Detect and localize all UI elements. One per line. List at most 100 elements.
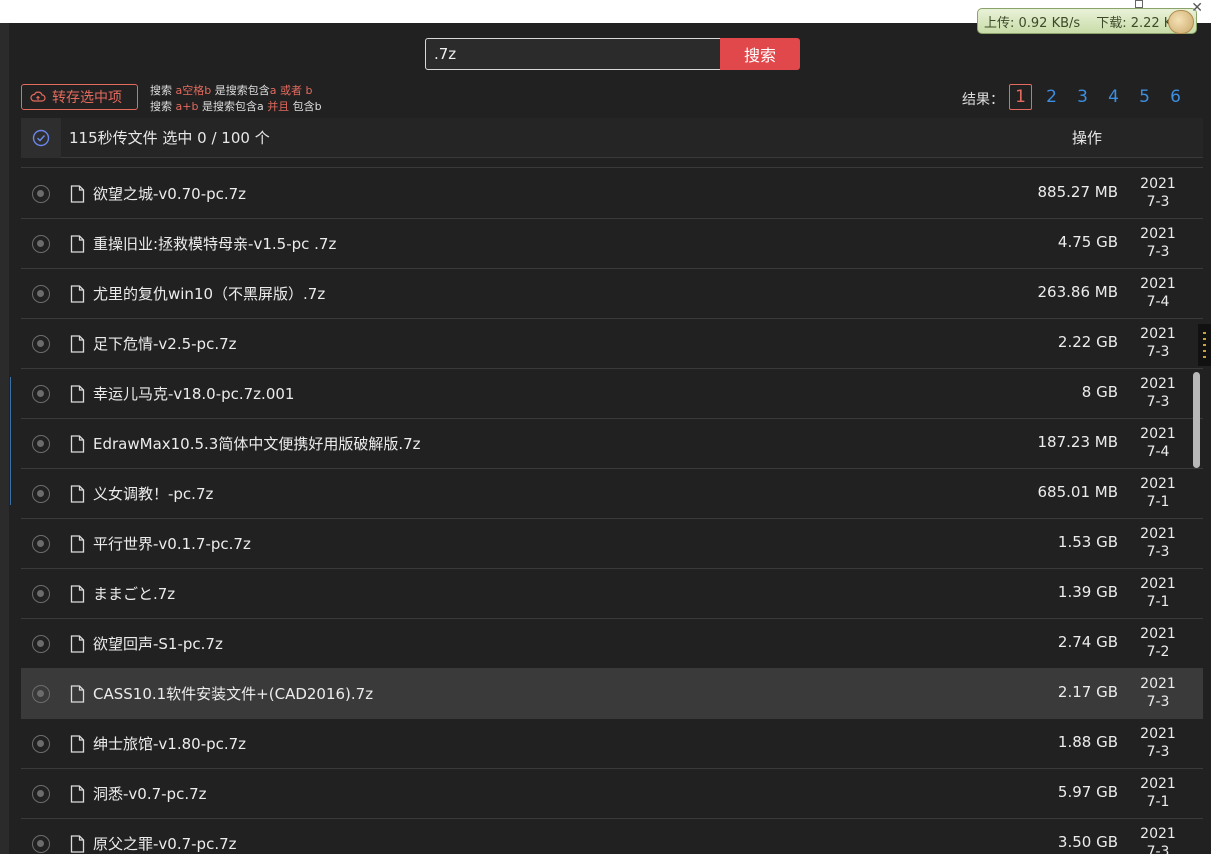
scrollbar-thumb[interactable]: [1193, 372, 1200, 468]
file-date: 2021 7-3: [1137, 175, 1179, 211]
file-icon: [70, 685, 85, 703]
row-select-radio[interactable]: [32, 685, 50, 703]
row-select-radio[interactable]: [32, 535, 50, 553]
table-row[interactable]: 尤里的复仇win10（不黑屏版）.7z 263.86 MB 2021 7-4: [21, 269, 1203, 319]
row-select-radio[interactable]: [32, 785, 50, 803]
table-row[interactable]: 原父之罪-v0.7-pc.7z 3.50 GB 2021 7-3: [21, 819, 1203, 854]
file-date-year: 2021: [1140, 326, 1176, 342]
row-select-radio[interactable]: [32, 385, 50, 403]
row-select-radio[interactable]: [32, 485, 50, 503]
file-date: 2021 7-2: [1137, 625, 1179, 661]
side-indicator: [1198, 324, 1211, 366]
page-link[interactable]: 2: [1040, 84, 1063, 110]
file-date: 2021 7-4: [1137, 275, 1179, 311]
file-date: 2021 7-3: [1137, 525, 1179, 561]
file-name[interactable]: 洞悉-v0.7-pc.7z: [93, 783, 207, 804]
row-select-radio[interactable]: [32, 235, 50, 253]
file-icon: [70, 535, 85, 553]
hint-text: 搜索: [150, 84, 176, 97]
file-date: 2021 7-1: [1137, 575, 1179, 611]
search-button[interactable]: 搜索: [720, 38, 800, 70]
page-link[interactable]: 4: [1102, 84, 1125, 110]
file-name[interactable]: 绅士旅馆-v1.80-pc.7z: [93, 733, 246, 754]
file-size: 2.22 GB: [1057, 333, 1118, 351]
search-hint-or: 搜索 a空格b 是搜索包含a 或者 b: [150, 82, 312, 98]
table-row[interactable]: 欲望回声-S1-pc.7z 2.74 GB 2021 7-2: [21, 619, 1203, 669]
row-select-radio[interactable]: [32, 735, 50, 753]
file-name[interactable]: 原父之罪-v0.7-pc.7z: [93, 833, 237, 854]
page-link[interactable]: 6: [1164, 84, 1187, 110]
table-row[interactable]: 义女调教！-pc.7z 685.01 MB 2021 7-1: [21, 469, 1203, 519]
page-link[interactable]: 3: [1071, 84, 1094, 110]
search-input[interactable]: [425, 38, 721, 70]
file-date-day: 7-3: [1146, 194, 1170, 210]
file-icon: [70, 235, 85, 253]
table-row[interactable]: 欲望之城-v0.70-pc.7z 885.27 MB 2021 7-3: [21, 169, 1203, 219]
hint-highlight: 并且: [267, 100, 290, 113]
select-all-checkbox[interactable]: [21, 117, 61, 158]
file-date: 2021 7-3: [1137, 825, 1179, 854]
file-date-day: 7-1: [1146, 494, 1170, 510]
hint-text: 包含b: [289, 100, 322, 113]
file-size: 8 GB: [1081, 383, 1118, 401]
file-name[interactable]: 重操旧业:拯救模特母亲-v1.5-pc .7z: [93, 233, 336, 254]
row-select-radio[interactable]: [32, 185, 50, 203]
table-row[interactable]: 重操旧业:拯救模特母亲-v1.5-pc .7z 4.75 GB 2021 7-3: [21, 219, 1203, 269]
file-name[interactable]: 欲望之城-v0.70-pc.7z: [93, 183, 246, 204]
file-size: 187.23 MB: [1037, 433, 1119, 451]
table-row[interactable]: CASS10.1软件安装文件+(CAD2016).7z 2.17 GB 2021 7-…: [21, 669, 1203, 719]
row-select-radio[interactable]: [32, 635, 50, 653]
page-link[interactable]: 1: [1009, 84, 1032, 110]
file-icon: [70, 385, 85, 403]
file-date-day: 7-3: [1146, 394, 1170, 410]
file-name[interactable]: 欲望回声-S1-pc.7z: [93, 633, 223, 654]
table-row[interactable]: 平行世界-v0.1.7-pc.7z 1.53 GB 2021 7-3: [21, 519, 1203, 569]
row-select-radio[interactable]: [32, 585, 50, 603]
hint-text: 是搜索包含: [211, 84, 270, 97]
file-name[interactable]: ままごと.7z: [93, 583, 175, 604]
hint-highlight: a 或者 b: [269, 84, 313, 97]
file-icon: [70, 285, 85, 303]
table-row[interactable]: 绅士旅馆-v1.80-pc.7z 1.88 GB 2021 7-3: [21, 719, 1203, 769]
row-select-radio[interactable]: [32, 285, 50, 303]
table-row[interactable]: 洞悉-v0.7-pc.7z 5.97 GB 2021 7-1: [21, 769, 1203, 819]
file-name[interactable]: 尤里的复仇win10（不黑屏版）.7z: [93, 283, 325, 304]
table-row[interactable]: 幸运儿马克-v18.0-pc.7z.001 8 GB 2021 7-3: [21, 369, 1203, 419]
file-size: 5.97 GB: [1057, 783, 1118, 801]
file-name[interactable]: 幸运儿马克-v18.0-pc.7z.001: [93, 383, 294, 404]
file-date-year: 2021: [1140, 626, 1176, 642]
file-date-year: 2021: [1140, 726, 1176, 742]
network-speed-widget[interactable]: 上传: 0.92 KB/s 下载: 2.22 KB/s: [977, 8, 1197, 34]
table-row[interactable]: EdrawMax10.5.3简体中文便携好用版破解版.7z 187.23 MB 20…: [21, 419, 1203, 469]
close-icon[interactable]: ✕: [1191, 0, 1203, 16]
file-size: 1.53 GB: [1057, 533, 1118, 551]
page-link[interactable]: 5: [1133, 84, 1156, 110]
file-name[interactable]: 平行世界-v0.1.7-pc.7z: [93, 533, 251, 554]
table-row[interactable]: ままごと.7z 1.39 GB 2021 7-1: [21, 569, 1203, 619]
file-date-year: 2021: [1140, 676, 1176, 692]
row-select-radio[interactable]: [32, 835, 50, 853]
row-select-radio[interactable]: [32, 335, 50, 353]
restore-icon[interactable]: [1135, 0, 1143, 8]
file-date: 2021 7-4: [1137, 425, 1179, 461]
file-name[interactable]: EdrawMax10.5.3简体中文便携好用版破解版.7z: [93, 433, 421, 454]
file-date-day: 7-3: [1146, 744, 1170, 760]
file-name[interactable]: 足下危情-v2.5-pc.7z: [93, 333, 237, 354]
file-date-day: 7-3: [1146, 244, 1170, 260]
app-window: 搜索 转存选中项 搜索 a空格b 是搜索包含a 或者 b 搜索 a+b 是搜索包…: [0, 23, 1211, 854]
file-date-day: 7-3: [1146, 844, 1170, 854]
row-select-radio[interactable]: [32, 435, 50, 453]
file-icon: [70, 585, 85, 603]
file-name[interactable]: 义女调教！-pc.7z: [93, 483, 213, 504]
transfer-selected-button[interactable]: 转存选中项: [21, 84, 138, 110]
file-date-year: 2021: [1140, 526, 1176, 542]
file-size: 885.27 MB: [1037, 183, 1119, 201]
file-name[interactable]: CASS10.1软件安装文件+(CAD2016).7z: [93, 683, 373, 704]
file-icon: [70, 435, 85, 453]
file-size: 4.75 GB: [1057, 233, 1118, 251]
file-date-year: 2021: [1140, 426, 1176, 442]
file-icon: [70, 485, 85, 503]
file-date: 2021 7-3: [1137, 325, 1179, 361]
file-date-day: 7-2: [1146, 644, 1170, 660]
table-row[interactable]: 足下危情-v2.5-pc.7z 2.22 GB 2021 7-3: [21, 319, 1203, 369]
